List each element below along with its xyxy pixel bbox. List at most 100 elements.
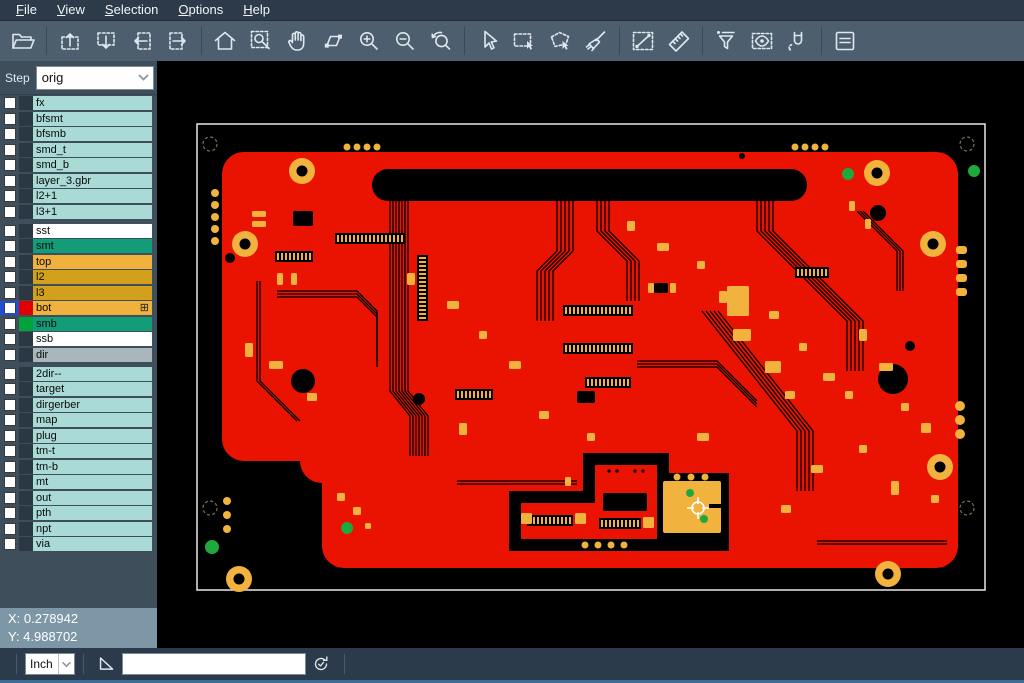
toolbar-button-layers-panel[interactable] (827, 24, 863, 58)
layer-label[interactable]: bfsmb (33, 127, 152, 141)
layer-row-l2+1[interactable]: l2+1 (0, 189, 157, 203)
layer-label[interactable]: sst (33, 224, 152, 238)
layer-row-target[interactable]: target (0, 382, 157, 396)
layer-row-2dir--[interactable]: 2dir-- (0, 367, 157, 381)
layer-label[interactable]: out (33, 491, 152, 505)
layer-row-bot[interactable]: bot⊞ (0, 301, 157, 315)
layer-checkbox-l3+1[interactable] (4, 206, 16, 218)
toolbar-button-zoom-shape[interactable] (315, 24, 351, 58)
layer-label[interactable]: smt (33, 239, 152, 253)
toolbar-button-zoom-in[interactable] (351, 24, 387, 58)
layer-label[interactable]: layer_3.gbr (33, 174, 152, 188)
layer-row-pth[interactable]: pth (0, 506, 157, 520)
toolbar-button-pan-hand[interactable] (279, 24, 315, 58)
layer-row-map[interactable]: map (0, 413, 157, 427)
menu-file[interactable]: File (6, 1, 47, 19)
layer-checkbox-ssb[interactable] (4, 333, 16, 345)
layer-checkbox-dir[interactable] (4, 349, 16, 361)
menu-options[interactable]: Options (168, 1, 233, 19)
layer-checkbox-bfsmt[interactable] (4, 113, 16, 125)
layer-checkbox-pth[interactable] (4, 507, 16, 519)
layer-label[interactable]: l2+1 (33, 189, 152, 203)
layer-label[interactable]: dir (33, 348, 152, 362)
layer-checkbox-target[interactable] (4, 383, 16, 395)
layer-checkbox-2dir--[interactable] (4, 368, 16, 380)
layer-checkbox-sst[interactable] (4, 225, 16, 237)
layer-label[interactable]: dirgerber (33, 398, 152, 412)
layer-row-out[interactable]: out (0, 491, 157, 505)
layer-row-tm-b[interactable]: tm-b (0, 460, 157, 474)
layer-checkbox-smb[interactable] (4, 318, 16, 330)
layer-row-fx[interactable]: fx (0, 96, 157, 110)
layer-label[interactable]: smb (33, 317, 152, 331)
layer-checkbox-smd_b[interactable] (4, 159, 16, 171)
layer-label[interactable]: top (33, 255, 152, 269)
layer-checkbox-l2+1[interactable] (4, 190, 16, 202)
toolbar-button-select-cursor[interactable] (470, 24, 506, 58)
toolbar-button-shift-left[interactable] (124, 24, 160, 58)
toolbar-button-shift-up[interactable] (52, 24, 88, 58)
layer-label[interactable]: tm-t (33, 444, 152, 458)
layer-label[interactable]: 2dir-- (33, 367, 152, 381)
layer-row-tm-t[interactable]: tm-t (0, 444, 157, 458)
toolbar-button-open-folder[interactable] (5, 24, 41, 58)
layer-row-sst[interactable]: sst (0, 224, 157, 238)
layer-checkbox-out[interactable] (4, 492, 16, 504)
layer-label[interactable]: map (33, 413, 152, 427)
toolbar-button-ruler[interactable] (661, 24, 697, 58)
layer-row-top[interactable]: top (0, 255, 157, 269)
layer-row-smd_b[interactable]: smd_b (0, 158, 157, 172)
layer-checkbox-smt[interactable] (4, 240, 16, 252)
layer-row-l3[interactable]: l3 (0, 286, 157, 300)
layer-label[interactable]: smd_t (33, 143, 152, 157)
layer-row-via[interactable]: via (0, 537, 157, 551)
layer-row-npt[interactable]: npt (0, 522, 157, 536)
layer-label[interactable]: smd_b (33, 158, 152, 172)
toolbar-button-select-poly[interactable] (542, 24, 578, 58)
toolbar-button-zoom-out[interactable] (387, 24, 423, 58)
toolbar-button-home[interactable] (207, 24, 243, 58)
layer-row-l3+1[interactable]: l3+1 (0, 205, 157, 219)
toolbar-button-shift-right[interactable] (160, 24, 196, 58)
layer-checkbox-tm-b[interactable] (4, 461, 16, 473)
layer-row-dir[interactable]: dir (0, 348, 157, 362)
toolbar-button-view-visibility[interactable] (744, 24, 780, 58)
pcb-canvas[interactable] (157, 61, 1024, 648)
toolbar-button-measure-distance[interactable] (625, 24, 661, 58)
toolbar-button-clean-brush[interactable] (578, 24, 614, 58)
layer-label[interactable]: bot⊞ (33, 301, 152, 315)
toolbar-button-filter[interactable] (708, 24, 744, 58)
layer-row-smt[interactable]: smt (0, 239, 157, 253)
layer-row-mt[interactable]: mt (0, 475, 157, 489)
layer-row-bfsmb[interactable]: bfsmb (0, 127, 157, 141)
layer-row-bfsmt[interactable]: bfsmt (0, 112, 157, 126)
unit-combobox[interactable]: Inch (25, 653, 75, 675)
step-combobox[interactable]: orig (36, 66, 154, 90)
layer-checkbox-l2[interactable] (4, 271, 16, 283)
layer-checkbox-l3[interactable] (4, 287, 16, 299)
menu-selection[interactable]: Selection (95, 1, 168, 19)
layer-checkbox-tm-t[interactable] (4, 445, 16, 457)
layer-checkbox-map[interactable] (4, 414, 16, 426)
layer-row-l2[interactable]: l2 (0, 270, 157, 284)
layer-label[interactable]: via (33, 537, 152, 551)
layer-checkbox-bot[interactable] (4, 302, 16, 314)
menu-help[interactable]: Help (233, 1, 280, 19)
layer-label[interactable]: l3+1 (33, 205, 152, 219)
toolbar-button-zoom-area[interactable] (243, 24, 279, 58)
refresh-check-button[interactable] (308, 651, 334, 677)
layer-row-layer_3.gbr[interactable]: layer_3.gbr (0, 174, 157, 188)
layer-row-plug[interactable]: plug (0, 429, 157, 443)
layer-label[interactable]: npt (33, 522, 152, 536)
toolbar-button-select-rect[interactable] (506, 24, 542, 58)
layer-checkbox-layer_3.gbr[interactable] (4, 175, 16, 187)
layer-row-smb[interactable]: smb (0, 317, 157, 331)
layer-label[interactable]: tm-b (33, 460, 152, 474)
layer-checkbox-via[interactable] (4, 538, 16, 550)
layer-checkbox-bfsmb[interactable] (4, 128, 16, 140)
toolbar-button-zoom-undo[interactable] (423, 24, 459, 58)
layer-label[interactable]: fx (33, 96, 152, 110)
layer-checkbox-plug[interactable] (4, 430, 16, 442)
layer-checkbox-dirgerber[interactable] (4, 399, 16, 411)
layer-row-ssb[interactable]: ssb (0, 332, 157, 346)
